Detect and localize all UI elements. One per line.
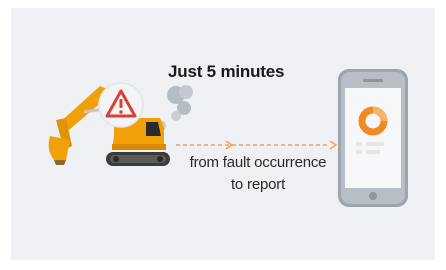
progress-arrow <box>176 140 338 150</box>
fault-report-scene <box>48 69 408 207</box>
caption-line-1: from fault occurrence <box>189 154 327 171</box>
caption: from fault occurrence to report <box>170 152 346 196</box>
warning-triangle-icon <box>98 82 144 128</box>
illustration-frame: Just 5 minutes from fault occurrence to … <box>0 0 446 270</box>
caption-line-2: to report <box>230 176 286 193</box>
headline: Just 5 minutes <box>168 62 285 81</box>
smartphone-icon <box>338 69 408 207</box>
